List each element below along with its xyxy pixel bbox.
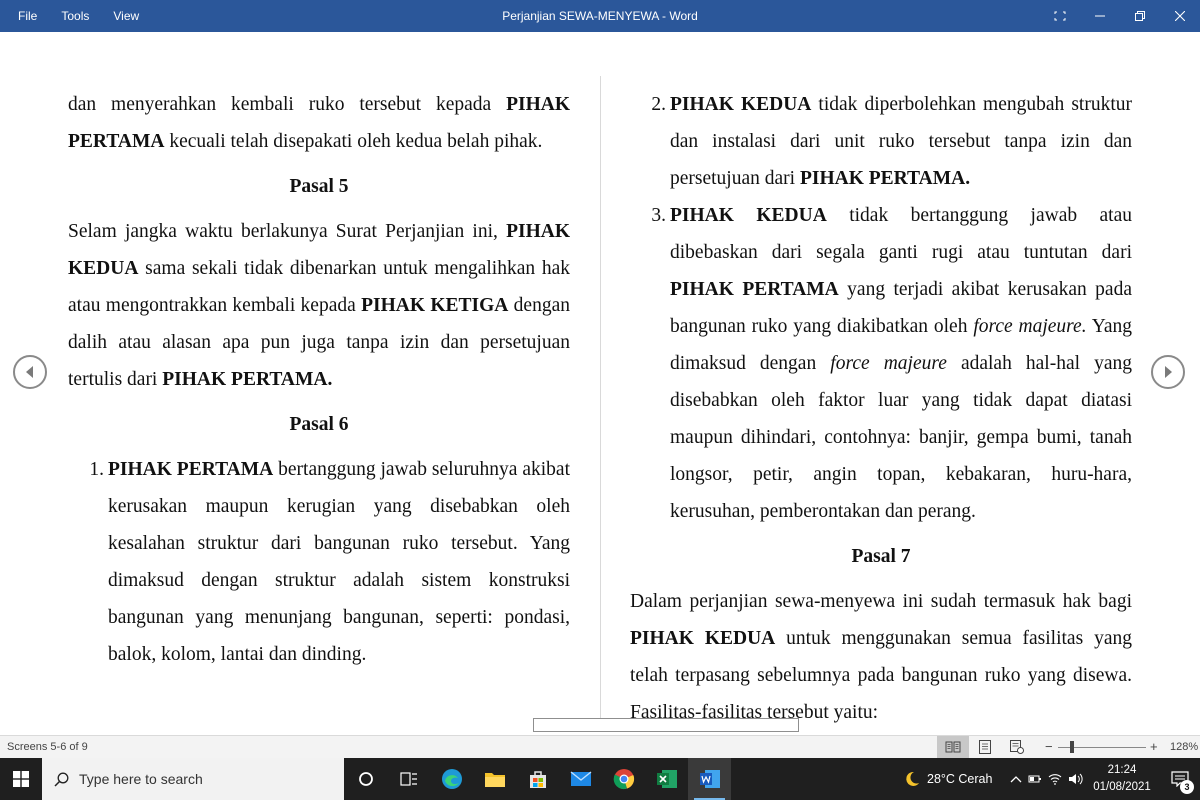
web-layout-icon bbox=[1010, 740, 1024, 754]
next-page-button[interactable] bbox=[1151, 355, 1185, 389]
clock-time: 21:24 bbox=[1107, 764, 1137, 776]
list-item: 2. PIHAK KEDUA tidak diperbolehkan mengu… bbox=[651, 94, 1132, 189]
system-tray bbox=[1010, 758, 1084, 800]
taskbar-apps bbox=[344, 758, 731, 800]
store-button[interactable] bbox=[516, 758, 559, 800]
taskbar-search[interactable]: Type here to search bbox=[42, 758, 344, 800]
folder-icon bbox=[484, 773, 505, 787]
windows-logo-icon bbox=[13, 771, 29, 787]
horizontal-scrollbar[interactable] bbox=[533, 718, 799, 732]
fullscreen-icon bbox=[1054, 11, 1066, 21]
start-button[interactable] bbox=[0, 758, 42, 800]
book-icon bbox=[945, 741, 961, 753]
right-column: 2. PIHAK KEDUA tidak diperbolehkan mengu… bbox=[630, 86, 1132, 731]
excel-button[interactable] bbox=[645, 758, 688, 800]
word-icon bbox=[699, 770, 720, 788]
chevron-up-icon[interactable] bbox=[1010, 775, 1022, 783]
fullscreen-button[interactable] bbox=[1040, 0, 1080, 32]
task-view-icon bbox=[399, 772, 417, 786]
task-view-button[interactable] bbox=[387, 758, 430, 800]
clock-date: 01/08/2021 bbox=[1093, 781, 1151, 793]
notification-button[interactable]: 3 bbox=[1160, 758, 1200, 800]
chevron-right-icon bbox=[1165, 366, 1172, 378]
search-placeholder: Type here to search bbox=[79, 771, 203, 787]
view-buttons bbox=[937, 736, 1033, 758]
cortana-icon bbox=[358, 772, 373, 786]
clock[interactable]: 21:24 01/08/2021 bbox=[1092, 758, 1152, 800]
close-button[interactable] bbox=[1160, 0, 1200, 32]
word-button[interactable] bbox=[688, 758, 731, 800]
page-icon bbox=[979, 740, 991, 754]
previous-page-button[interactable] bbox=[13, 355, 47, 389]
cortana-button[interactable] bbox=[344, 758, 387, 800]
heading-pasal-6: Pasal 6 bbox=[289, 414, 349, 435]
volume-icon[interactable] bbox=[1068, 773, 1084, 785]
battery-icon[interactable] bbox=[1028, 773, 1042, 785]
menu-bar: File Tools View bbox=[0, 0, 145, 32]
mail-button[interactable] bbox=[559, 758, 602, 800]
title-bar: File Tools View Perjanjian SEWA-MENYEWA … bbox=[0, 0, 1200, 32]
column-divider bbox=[600, 76, 601, 724]
paragraph: dan menyerahkan kembali ruko tersebut ke… bbox=[68, 94, 570, 152]
zoom-level[interactable]: 128% bbox=[1170, 736, 1198, 758]
chevron-left-icon bbox=[26, 366, 33, 378]
zoom-out-button[interactable]: − bbox=[1045, 736, 1053, 758]
web-layout-button[interactable] bbox=[1001, 736, 1033, 758]
paragraph: Dalam perjanjian sewa-menyewa ini sudah … bbox=[630, 591, 1132, 723]
file-explorer-button[interactable] bbox=[473, 758, 516, 800]
zoom-in-button[interactable]: + bbox=[1150, 736, 1158, 758]
heading-pasal-7: Pasal 7 bbox=[851, 546, 911, 567]
list-item: 3. PIHAK KEDUA tidak bertanggung jawab a… bbox=[651, 205, 1133, 522]
document-title: Perjanjian SEWA-MENYEWA - Word bbox=[502, 9, 698, 23]
read-mode-button[interactable] bbox=[937, 736, 969, 758]
minimize-icon bbox=[1095, 15, 1105, 17]
reading-view: dan menyerahkan kembali ruko tersebut ke… bbox=[0, 32, 1200, 735]
wifi-icon[interactable] bbox=[1048, 773, 1062, 785]
menu-view[interactable]: View bbox=[95, 9, 139, 23]
edge-taskbar-button[interactable] bbox=[430, 758, 473, 800]
status-bar: Screens 5-6 of 9 − + 128% bbox=[0, 735, 1200, 758]
taskbar: Type here to search 28°C Cerah 21:24 01/… bbox=[0, 758, 1200, 800]
notification-badge: 3 bbox=[1180, 780, 1194, 794]
paragraph: Selam jangka waktu berlakunya Surat Perj… bbox=[68, 221, 570, 390]
restore-icon bbox=[1135, 11, 1145, 21]
mail-icon bbox=[570, 771, 591, 786]
menu-tools[interactable]: Tools bbox=[43, 9, 89, 23]
edge-icon bbox=[441, 769, 462, 789]
zoom-slider-thumb[interactable] bbox=[1070, 741, 1074, 753]
left-column: dan menyerahkan kembali ruko tersebut ke… bbox=[68, 86, 570, 673]
screen-count: Screens 5-6 of 9 bbox=[7, 741, 88, 753]
store-icon bbox=[529, 771, 546, 788]
chrome-icon bbox=[613, 769, 634, 790]
restore-button[interactable] bbox=[1120, 0, 1160, 32]
list-item: 1. PIHAK PERTAMA bertanggung jawab selur… bbox=[89, 459, 570, 665]
window-controls bbox=[1040, 0, 1200, 32]
menu-file[interactable]: File bbox=[0, 9, 37, 23]
chrome-button[interactable] bbox=[602, 758, 645, 800]
moon-icon bbox=[906, 771, 919, 786]
search-icon bbox=[54, 772, 69, 787]
heading-pasal-5: Pasal 5 bbox=[289, 176, 349, 197]
weather-widget[interactable]: 28°C Cerah bbox=[903, 758, 992, 800]
print-layout-button[interactable] bbox=[969, 736, 1001, 758]
close-icon bbox=[1175, 11, 1185, 21]
excel-icon bbox=[656, 770, 677, 788]
minimize-button[interactable] bbox=[1080, 0, 1120, 32]
weather-text: 28°C Cerah bbox=[927, 772, 993, 786]
